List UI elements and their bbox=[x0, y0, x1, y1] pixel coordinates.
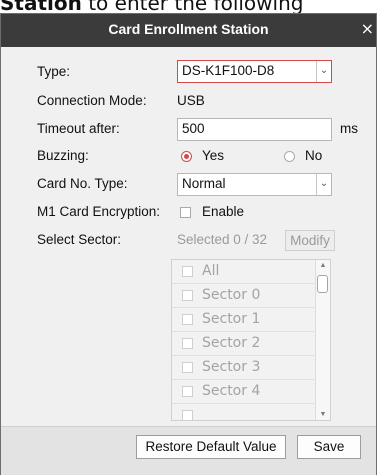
sector-selection-summary: Selected 0 / 32 bbox=[177, 232, 268, 247]
list-item[interactable]: Sector 3 bbox=[172, 356, 314, 380]
checkbox-icon[interactable] bbox=[182, 386, 193, 397]
chevron-down-icon[interactable]: ⌄ bbox=[316, 174, 331, 195]
checkbox-icon[interactable] bbox=[182, 290, 193, 301]
list-item[interactable]: Sector 4 bbox=[172, 380, 314, 404]
timeout-value: 500 bbox=[182, 121, 205, 136]
buzzing-yes-label[interactable]: Yes bbox=[202, 148, 224, 163]
list-item[interactable]: All bbox=[172, 260, 314, 284]
restore-default-button[interactable]: Restore Default Value bbox=[136, 435, 286, 459]
connection-mode-value: USB bbox=[177, 93, 205, 108]
list-item[interactable]: Sector 2 bbox=[172, 332, 314, 356]
m1-encryption-label: M1 Card Encryption: bbox=[37, 204, 161, 219]
card-no-type-value: Normal bbox=[182, 176, 226, 191]
card-no-type-label: Card No. Type: bbox=[37, 176, 128, 191]
list-item-label: Sector 4 bbox=[202, 383, 261, 399]
list-item[interactable]: Sector 0 bbox=[172, 284, 314, 308]
list-scrollbar[interactable]: ▲ ▼ bbox=[315, 260, 330, 420]
chevron-down-icon[interactable]: ⌄ bbox=[316, 61, 331, 82]
dialog-footer: Restore Default Value Save bbox=[1, 426, 376, 475]
buzzing-no-label[interactable]: No bbox=[305, 148, 322, 163]
checkbox-icon[interactable] bbox=[182, 314, 193, 325]
type-value: DS-K1F100-D8 bbox=[182, 63, 275, 78]
scroll-thumb[interactable] bbox=[317, 275, 328, 293]
close-icon[interactable]: × bbox=[361, 19, 374, 38]
list-item-label: All bbox=[202, 263, 220, 279]
timeout-unit: ms bbox=[340, 121, 358, 136]
list-item[interactable]: Sector 1 bbox=[172, 308, 314, 332]
buzzing-yes-radio[interactable] bbox=[181, 151, 192, 162]
list-item-label: Sector 3 bbox=[202, 359, 261, 375]
list-item-label: Sector 1 bbox=[202, 311, 261, 327]
dialog-title: Card Enrollment Station bbox=[108, 21, 269, 37]
sector-list[interactable]: All Sector 0 Sector 1 Sector 2 Sector 3 … bbox=[171, 259, 331, 421]
dialog-titlebar: Card Enrollment Station × bbox=[1, 14, 376, 47]
connection-mode-label: Connection Mode: bbox=[37, 93, 147, 108]
type-select[interactable]: DS-K1F100-D8 ⌄ bbox=[177, 60, 332, 83]
buzzing-no-radio[interactable] bbox=[284, 151, 295, 162]
m1-encryption-option[interactable]: Enable bbox=[202, 204, 244, 219]
checkbox-icon[interactable] bbox=[182, 338, 193, 349]
card-no-type-select[interactable]: Normal ⌄ bbox=[177, 173, 332, 196]
buzzing-label: Buzzing: bbox=[37, 148, 89, 163]
list-item-label: Sector 2 bbox=[202, 335, 261, 351]
card-enrollment-dialog: Card Enrollment Station × Type: DS-K1F10… bbox=[0, 13, 377, 475]
checkbox-icon[interactable] bbox=[182, 362, 193, 373]
checkbox-icon[interactable] bbox=[182, 410, 193, 420]
timeout-label: Timeout after: bbox=[37, 121, 120, 136]
type-label: Type: bbox=[37, 64, 71, 79]
list-item-label: Sector 0 bbox=[202, 287, 261, 303]
checkbox-icon[interactable] bbox=[182, 266, 193, 277]
scroll-down-icon[interactable]: ▼ bbox=[316, 411, 330, 418]
list-item[interactable] bbox=[172, 404, 314, 420]
scroll-up-icon[interactable]: ▲ bbox=[316, 262, 330, 269]
save-button[interactable]: Save bbox=[297, 435, 361, 459]
select-sector-label: Select Sector: bbox=[37, 232, 122, 247]
timeout-input[interactable]: 500 bbox=[177, 118, 332, 141]
m1-encryption-checkbox[interactable] bbox=[180, 207, 191, 218]
modify-button[interactable]: Modify bbox=[285, 230, 335, 251]
